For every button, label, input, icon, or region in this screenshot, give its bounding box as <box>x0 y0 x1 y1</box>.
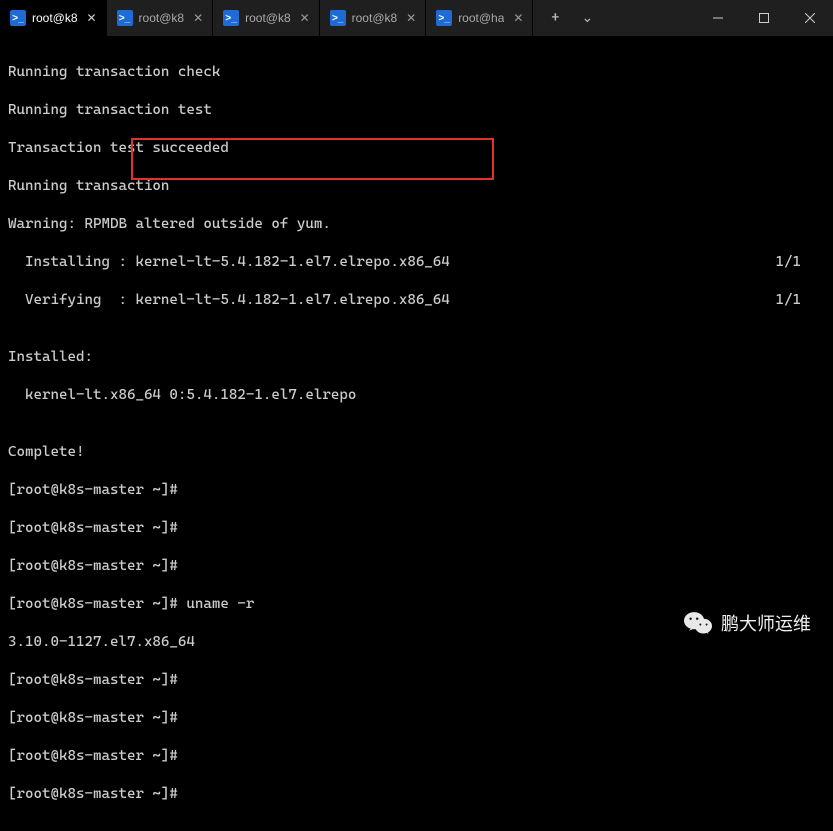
output-line: Installing : kernel-lt-5.4.182-1.el7.elr… <box>8 253 825 272</box>
output-line: Transaction test succeeded <box>8 139 825 158</box>
output-line: Verifying : kernel-lt-5.4.182-1.el7.elre… <box>8 291 825 310</box>
prompt-line: [root@k8s-master ~]# <box>8 747 825 766</box>
output-line: Warning: RPMDB altered outside of yum. <box>8 215 825 234</box>
tab-0[interactable]: >_ root@k8 ✕ <box>0 0 107 36</box>
close-icon[interactable]: ✕ <box>84 10 100 26</box>
powershell-icon: >_ <box>330 10 346 26</box>
output-line: Running transaction <box>8 177 825 196</box>
output-line: Running transaction check <box>8 63 825 82</box>
powershell-icon: >_ <box>436 10 452 26</box>
window-controls <box>695 0 833 36</box>
output-line: kernel-lt.x86_64 0:5.4.182-1.el7.elrepo <box>8 386 825 405</box>
prompt-line: [root@k8s-master ~]# <box>8 709 825 728</box>
verify-progress: 1/1 <box>776 291 826 310</box>
new-tab-button[interactable]: + <box>539 0 571 36</box>
tab-title: root@k8 <box>139 11 185 25</box>
tab-title: root@k8 <box>245 11 291 25</box>
output-line: Running transaction test <box>8 101 825 120</box>
tab-3[interactable]: >_ root@k8 ✕ <box>320 0 427 36</box>
tab-title: root@k8 <box>352 11 398 25</box>
tab-4[interactable]: >_ root@ha ✕ <box>426 0 533 36</box>
close-icon[interactable]: ✕ <box>510 10 526 26</box>
tab-2[interactable]: >_ root@k8 ✕ <box>213 0 320 36</box>
prompt-line: [root@k8s-master ~]# <box>8 785 825 804</box>
verify-line-left: Verifying : kernel-lt-5.4.182-1.el7.elre… <box>8 291 450 310</box>
powershell-icon: >_ <box>117 10 133 26</box>
tab-title: root@k8 <box>32 11 78 25</box>
prompt-line: [root@k8s-master ~]# <box>8 671 825 690</box>
close-icon[interactable]: ✕ <box>297 10 313 26</box>
minimize-button[interactable] <box>695 0 741 36</box>
close-icon[interactable]: ✕ <box>403 10 419 26</box>
prompt-line: [root@k8s-master ~]# <box>8 481 825 500</box>
wechat-icon <box>684 610 712 636</box>
tab-dropdown-button[interactable]: ⌄ <box>571 0 603 36</box>
powershell-icon: >_ <box>10 10 26 26</box>
tab-actions: + ⌄ <box>533 0 603 36</box>
tab-strip: >_ root@k8 ✕ >_ root@k8 ✕ >_ root@k8 ✕ >… <box>0 0 533 36</box>
maximize-button[interactable] <box>741 0 787 36</box>
output-line: Installed: <box>8 348 825 367</box>
close-window-button[interactable] <box>787 0 833 36</box>
powershell-icon: >_ <box>223 10 239 26</box>
watermark-text: 鹏大师运维 <box>721 610 811 636</box>
tab-1[interactable]: >_ root@k8 ✕ <box>107 0 214 36</box>
close-icon[interactable]: ✕ <box>190 10 206 26</box>
terminal-output[interactable]: Running transaction check Running transa… <box>0 36 833 831</box>
output-line: Complete! <box>8 443 825 462</box>
prompt-line: [root@k8s-master ~]# <box>8 519 825 538</box>
title-bar-drag-area[interactable] <box>603 0 695 36</box>
watermark: 鹏大师运维 <box>684 610 811 636</box>
title-bar: >_ root@k8 ✕ >_ root@k8 ✕ >_ root@k8 ✕ >… <box>0 0 833 36</box>
install-progress: 1/1 <box>776 253 826 272</box>
tab-title: root@ha <box>458 11 504 25</box>
prompt-line: [root@k8s-master ~]# <box>8 557 825 576</box>
install-line-left: Installing : kernel-lt-5.4.182-1.el7.elr… <box>8 253 450 272</box>
